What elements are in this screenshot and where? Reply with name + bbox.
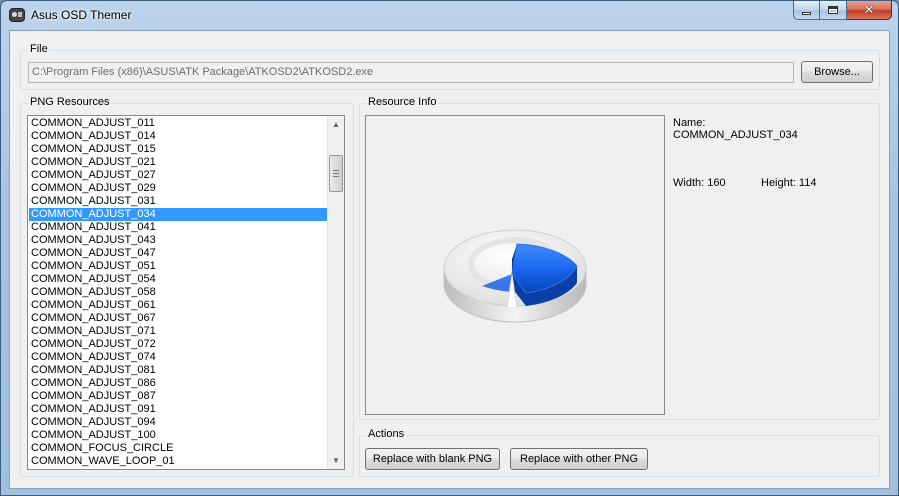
- replace-other-png-button[interactable]: Replace with other PNG: [510, 448, 648, 470]
- list-item[interactable]: COMMON_ADJUST_061: [29, 299, 328, 312]
- client-area: File C:\Program Files (x86)\ASUS\ATK Pac…: [9, 30, 890, 489]
- list-item[interactable]: COMMON_ADJUST_072: [29, 338, 328, 351]
- close-button[interactable]: ✕: [847, 1, 892, 20]
- png-resources-listbox[interactable]: COMMON_ADJUST_011 COMMON_ADJUST_014 COMMON…: [27, 115, 345, 470]
- list-item[interactable]: COMMON_ADJUST_014: [29, 130, 328, 143]
- resource-info-group-label: Resource Info: [366, 96, 439, 108]
- list-item[interactable]: COMMON_ADJUST_015: [29, 143, 328, 156]
- name-label: Name:: [673, 117, 706, 129]
- pie-gauge-image: [443, 229, 587, 323]
- list-item[interactable]: COMMON_ADJUST_011: [29, 117, 328, 130]
- name-value: COMMON_ADJUST_034: [673, 129, 798, 141]
- resource-preview: [365, 115, 665, 415]
- app-icon: [9, 8, 25, 22]
- list-item[interactable]: COMMON_ADJUST_071: [29, 325, 328, 338]
- grip-line: [333, 170, 339, 171]
- list-item[interactable]: COMMON_ADJUST_027: [29, 169, 328, 182]
- actions-group-label: Actions: [366, 428, 407, 440]
- list-item[interactable]: COMMON_FOCUS_CIRCLE: [29, 442, 328, 455]
- list-item[interactable]: COMMON_ADJUST_086: [29, 377, 328, 390]
- replace-blank-png-button[interactable]: Replace with blank PNG: [365, 448, 500, 470]
- app-window: Asus OSD Themer ✕ File C:\Program Files …: [0, 0, 899, 496]
- list-item[interactable]: COMMON_ADJUST_029: [29, 182, 328, 195]
- list-item[interactable]: COMMON_ADJUST_041: [29, 221, 328, 234]
- list-item[interactable]: COMMON_ADJUST_051: [29, 260, 328, 273]
- minimize-icon: [802, 11, 811, 15]
- window-title: Asus OSD Themer: [31, 8, 132, 22]
- list-item[interactable]: COMMON_ADJUST_058: [29, 286, 328, 299]
- list-items: COMMON_ADJUST_011 COMMON_ADJUST_014 COMMON…: [29, 117, 328, 468]
- grip-line: [333, 176, 339, 177]
- minimize-button[interactable]: [793, 1, 820, 20]
- list-item[interactable]: COMMON_WAVE_LOOP_01: [29, 455, 328, 468]
- list-item[interactable]: COMMON_ADJUST_054: [29, 273, 328, 286]
- list-item[interactable]: COMMON_ADJUST_087: [29, 390, 328, 403]
- caption-buttons: ✕: [793, 1, 892, 21]
- close-icon: ✕: [863, 2, 875, 18]
- list-item[interactable]: COMMON_ADJUST_021: [29, 156, 328, 169]
- list-item[interactable]: COMMON_ADJUST_100: [29, 429, 328, 442]
- width-value: Width: 160: [673, 177, 726, 189]
- maximize-icon: [828, 6, 838, 14]
- maximize-button[interactable]: [820, 1, 847, 20]
- list-item[interactable]: COMMON_ADJUST_043: [29, 234, 328, 247]
- resources-group-label: PNG Resources: [28, 96, 112, 108]
- grip-line: [333, 173, 339, 174]
- list-item[interactable]: COMMON_ADJUST_081: [29, 364, 328, 377]
- list-item[interactable]: COMMON_ADJUST_094: [29, 416, 328, 429]
- list-item[interactable]: COMMON_ADJUST_034: [29, 208, 328, 221]
- file-path-field[interactable]: C:\Program Files (x86)\ASUS\ATK Package\…: [28, 62, 794, 83]
- list-item[interactable]: COMMON_ADJUST_031: [29, 195, 328, 208]
- list-item[interactable]: COMMON_ADJUST_067: [29, 312, 328, 325]
- list-item[interactable]: COMMON_ADJUST_047: [29, 247, 328, 260]
- list-item[interactable]: COMMON_ADJUST_091: [29, 403, 328, 416]
- file-group-label: File: [28, 43, 50, 55]
- browse-button[interactable]: Browse...: [801, 61, 873, 83]
- scroll-up-arrow-icon[interactable]: ▲: [328, 116, 344, 133]
- height-value: Height: 114: [761, 177, 817, 189]
- scroll-down-arrow-icon[interactable]: ▼: [328, 452, 344, 469]
- title-bar[interactable]: Asus OSD Themer ✕: [1, 1, 898, 29]
- list-item[interactable]: COMMON_ADJUST_074: [29, 351, 328, 364]
- vertical-scrollbar[interactable]: ▲ ▼: [327, 116, 344, 469]
- scroll-thumb[interactable]: [329, 155, 343, 192]
